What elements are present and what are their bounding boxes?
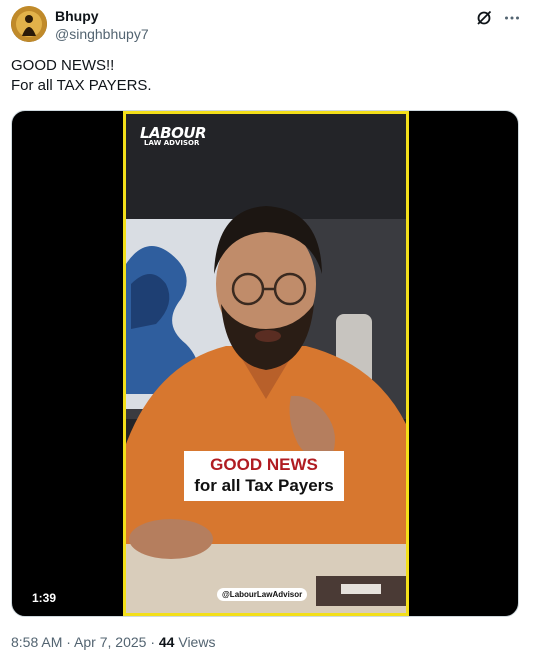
author-handle[interactable]: @singhbhupy7 [55, 26, 149, 42]
tweet-text: GOOD NEWS!! For all TAX PAYERS. [11, 56, 511, 96]
grok-icon[interactable] [475, 9, 493, 27]
video-caption: GOOD NEWS for all Tax Payers [184, 451, 344, 501]
views-count: 44 [158, 634, 175, 650]
author-name[interactable]: Bhupy [55, 8, 99, 24]
more-icon[interactable] [503, 9, 521, 27]
video-watermark: @LabourLawAdvisor [217, 588, 308, 601]
meta-separator: · [62, 634, 75, 650]
video-player[interactable]: LABOUR LAW ADVISOR GOOD NEWS for all Tax… [11, 110, 519, 617]
tweet-meta: 8:58 AM · Apr 7, 2025 · 44 Views [11, 634, 215, 650]
tweet-time[interactable]: 8:58 AM [11, 634, 62, 650]
avatar[interactable] [11, 6, 47, 42]
meta-separator: · [146, 634, 159, 650]
views-label: Views [174, 634, 216, 650]
video-frame[interactable]: LABOUR LAW ADVISOR GOOD NEWS for all Tax… [123, 111, 409, 616]
tweet-line-1: GOOD NEWS!! [11, 57, 115, 74]
caption-line-1: GOOD NEWS [210, 455, 318, 474]
logo-subtext: LAW ADVISOR [144, 139, 200, 147]
caption-line-2: for all Tax Payers [194, 476, 334, 495]
channel-logo: LABOUR LAW ADVISOR [140, 126, 207, 147]
tweet-date[interactable]: Apr 7, 2025 [74, 634, 146, 650]
video-duration: 1:39 [32, 591, 57, 605]
avatar-image [11, 6, 47, 42]
tweet-line-2: For all TAX PAYERS. [11, 77, 152, 94]
video-scene [126, 114, 406, 613]
